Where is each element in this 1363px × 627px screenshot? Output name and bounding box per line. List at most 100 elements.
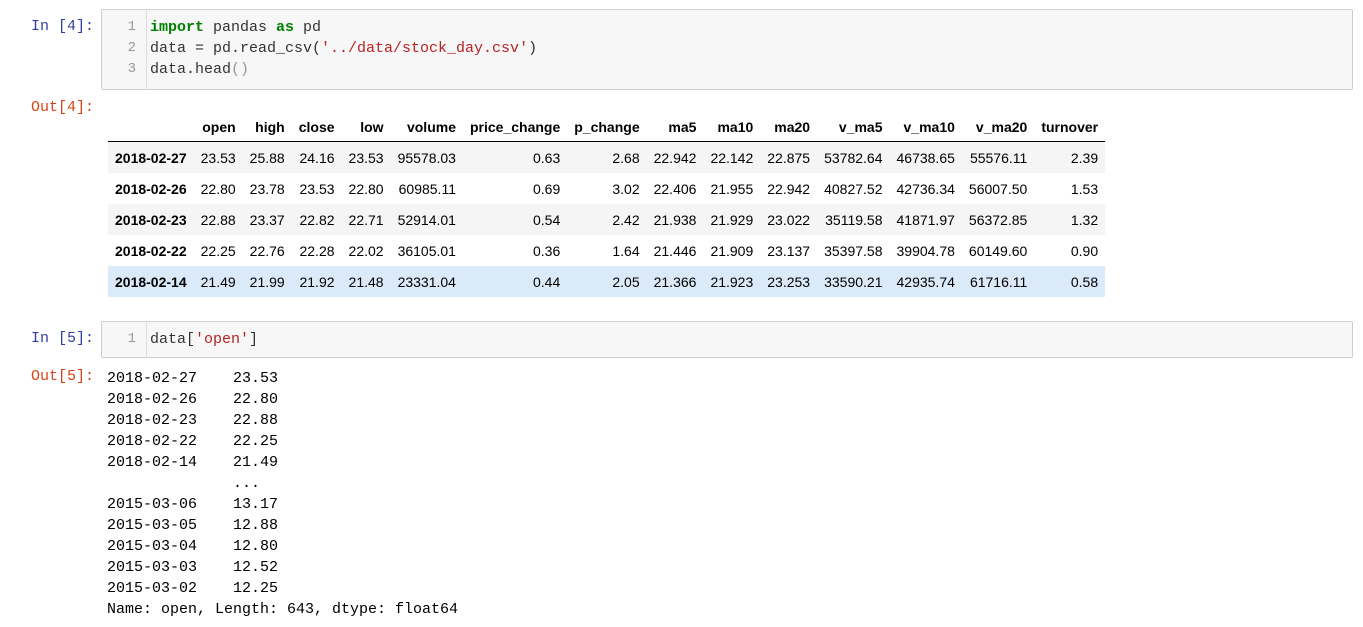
table-cell: 33590.21: [824, 273, 883, 290]
column-header: price_change: [462, 113, 568, 142]
series-value: 12.88: [233, 517, 279, 534]
code-text: pd: [294, 19, 322, 36]
cell5-input-prompt: In [5]:: [30, 330, 94, 347]
table-row: 2018-02-22 22.25 22.76 22.28 22.02 36105…: [108, 235, 1106, 266]
table-cell: 23.53: [348, 149, 384, 166]
table-cell: 22.142: [710, 149, 754, 166]
table-cell: 0.36: [533, 242, 561, 259]
cell4-output-prompt: Out[4]:: [30, 99, 94, 116]
code-line-1: data['open']: [150, 329, 258, 350]
table-cell: 46738.65: [896, 149, 955, 166]
table-cell: 21.48: [348, 273, 384, 290]
series-index: 2018-02-26: [107, 391, 198, 408]
series-output: 2018-02-27 23.53 2018-02-26 22.80 2018-02-…: [107, 368, 458, 620]
series-value: 22.80: [233, 391, 279, 408]
table-cell: 22.25: [200, 242, 236, 259]
table-cell: 35119.58: [825, 211, 883, 228]
series-value: 22.25: [233, 433, 279, 450]
table-cell: 40827.52: [824, 180, 883, 197]
table-cell: 2.39: [1070, 149, 1099, 166]
series-ellipsis-row: ...: [107, 473, 458, 494]
table-cell: 36105.01: [397, 242, 456, 259]
table-cell: 21.955: [710, 180, 754, 197]
table-cell: 0.69: [533, 180, 561, 197]
cell4-code-editor[interactable]: 1 2 3 import pandas as pd data = pd.read…: [101, 9, 1353, 90]
table-row: 2018-02-26 22.80 23.78 23.53 22.80 60985…: [108, 173, 1106, 204]
table-cell: 3.02: [612, 180, 640, 197]
series-ellipsis: ...: [233, 475, 261, 492]
table-cell: 22.76: [249, 242, 285, 259]
table-row: 2018-02-23 22.88 23.37 22.82 22.71 52914…: [108, 204, 1106, 235]
table-cell: 22.80: [348, 180, 384, 197]
row-index: 2018-02-22: [115, 242, 187, 259]
table-cell: 1.53: [1070, 180, 1099, 197]
series-value: 21.49: [233, 454, 279, 471]
series-index: 2018-02-27: [107, 370, 198, 387]
table-cell: 21.49: [200, 273, 236, 290]
code-text: data[: [150, 331, 196, 348]
line-number: 3: [127, 61, 136, 77]
table-cell: 21.99: [249, 273, 285, 290]
row-index: 2018-02-14: [115, 273, 187, 290]
line-number: 2: [127, 40, 136, 56]
table-cell: 2.05: [612, 273, 640, 290]
row-index: 2018-02-26: [115, 180, 187, 197]
code-text: ): [528, 40, 538, 57]
series-row: 2018-02-26 22.80: [107, 389, 458, 410]
line-number-gutter: 1 2 3: [102, 10, 147, 89]
table-cell: 56007.50: [968, 180, 1028, 197]
cell4-input-prompt: In [4]:: [30, 18, 94, 35]
keyword-import: import: [150, 19, 205, 36]
series-index: 2018-02-14: [107, 454, 198, 471]
table-cell: 23.53: [200, 149, 236, 166]
table-cell: 23331.04: [397, 273, 456, 290]
column-header: open: [193, 113, 243, 142]
table-cell: 23.022: [767, 211, 811, 228]
table-cell: 39904.78: [896, 242, 955, 259]
table-cell: 0.44: [533, 273, 561, 290]
dataframe-table: open high close low volume price_change …: [108, 113, 1106, 297]
table-cell: 0.90: [1070, 242, 1099, 259]
table-cell: 23.78: [249, 180, 285, 197]
table-cell: 22.942: [653, 149, 697, 166]
table-cell: 24.16: [299, 149, 335, 166]
table-cell: 23.253: [767, 273, 811, 290]
cell5-code-editor[interactable]: 1 data['open']: [101, 321, 1353, 358]
series-row: 2015-03-04 12.80: [107, 536, 458, 557]
table-cell: 41871.97: [896, 211, 955, 228]
table-cell: 21.446: [653, 242, 697, 259]
column-header: v_ma5: [817, 113, 890, 142]
string-literal: '../data/stock_day.csv': [321, 40, 529, 57]
column-header: ma5: [646, 113, 704, 142]
code-text: data = pd.read_csv(: [150, 40, 322, 57]
parentheses: (): [231, 61, 250, 78]
series-index: 2015-03-03: [107, 559, 198, 576]
code-line-2: data = pd.read_csv('../data/stock_day.cs…: [150, 38, 537, 59]
table-cell: 22.28: [299, 242, 335, 259]
series-index: 2015-03-06: [107, 496, 198, 513]
table-cell: 21.923: [710, 273, 754, 290]
series-row: 2018-02-23 22.88: [107, 410, 458, 431]
table-cell: 22.02: [348, 242, 384, 259]
table-cell: 23.53: [299, 180, 335, 197]
column-header: ma20: [760, 113, 818, 142]
table-cell: 0.58: [1070, 273, 1099, 290]
series-value: 12.80: [233, 538, 279, 555]
series-row: 2015-03-06 13.17: [107, 494, 458, 515]
table-cell: 53782.64: [824, 149, 883, 166]
series-row: 2015-03-05 12.88: [107, 515, 458, 536]
column-header: ma10: [703, 113, 761, 142]
table-cell: 25.88: [249, 149, 285, 166]
series-value: 13.17: [233, 496, 279, 513]
table-cell: 21.92: [299, 273, 335, 290]
table-header-row: open high close low volume price_change …: [108, 113, 1106, 142]
table-cell: 23.37: [249, 211, 285, 228]
table-cell: 61716.11: [969, 273, 1028, 290]
table-row-hovered: 2018-02-14 21.49 21.99 21.92 21.48 23331…: [108, 266, 1106, 297]
table-cell: 0.63: [533, 149, 561, 166]
code-text: ]: [249, 331, 259, 348]
column-header: high: [242, 113, 292, 142]
column-header: volume: [390, 113, 463, 142]
series-row: 2018-02-14 21.49: [107, 452, 458, 473]
table-cell: 35397.58: [824, 242, 883, 259]
